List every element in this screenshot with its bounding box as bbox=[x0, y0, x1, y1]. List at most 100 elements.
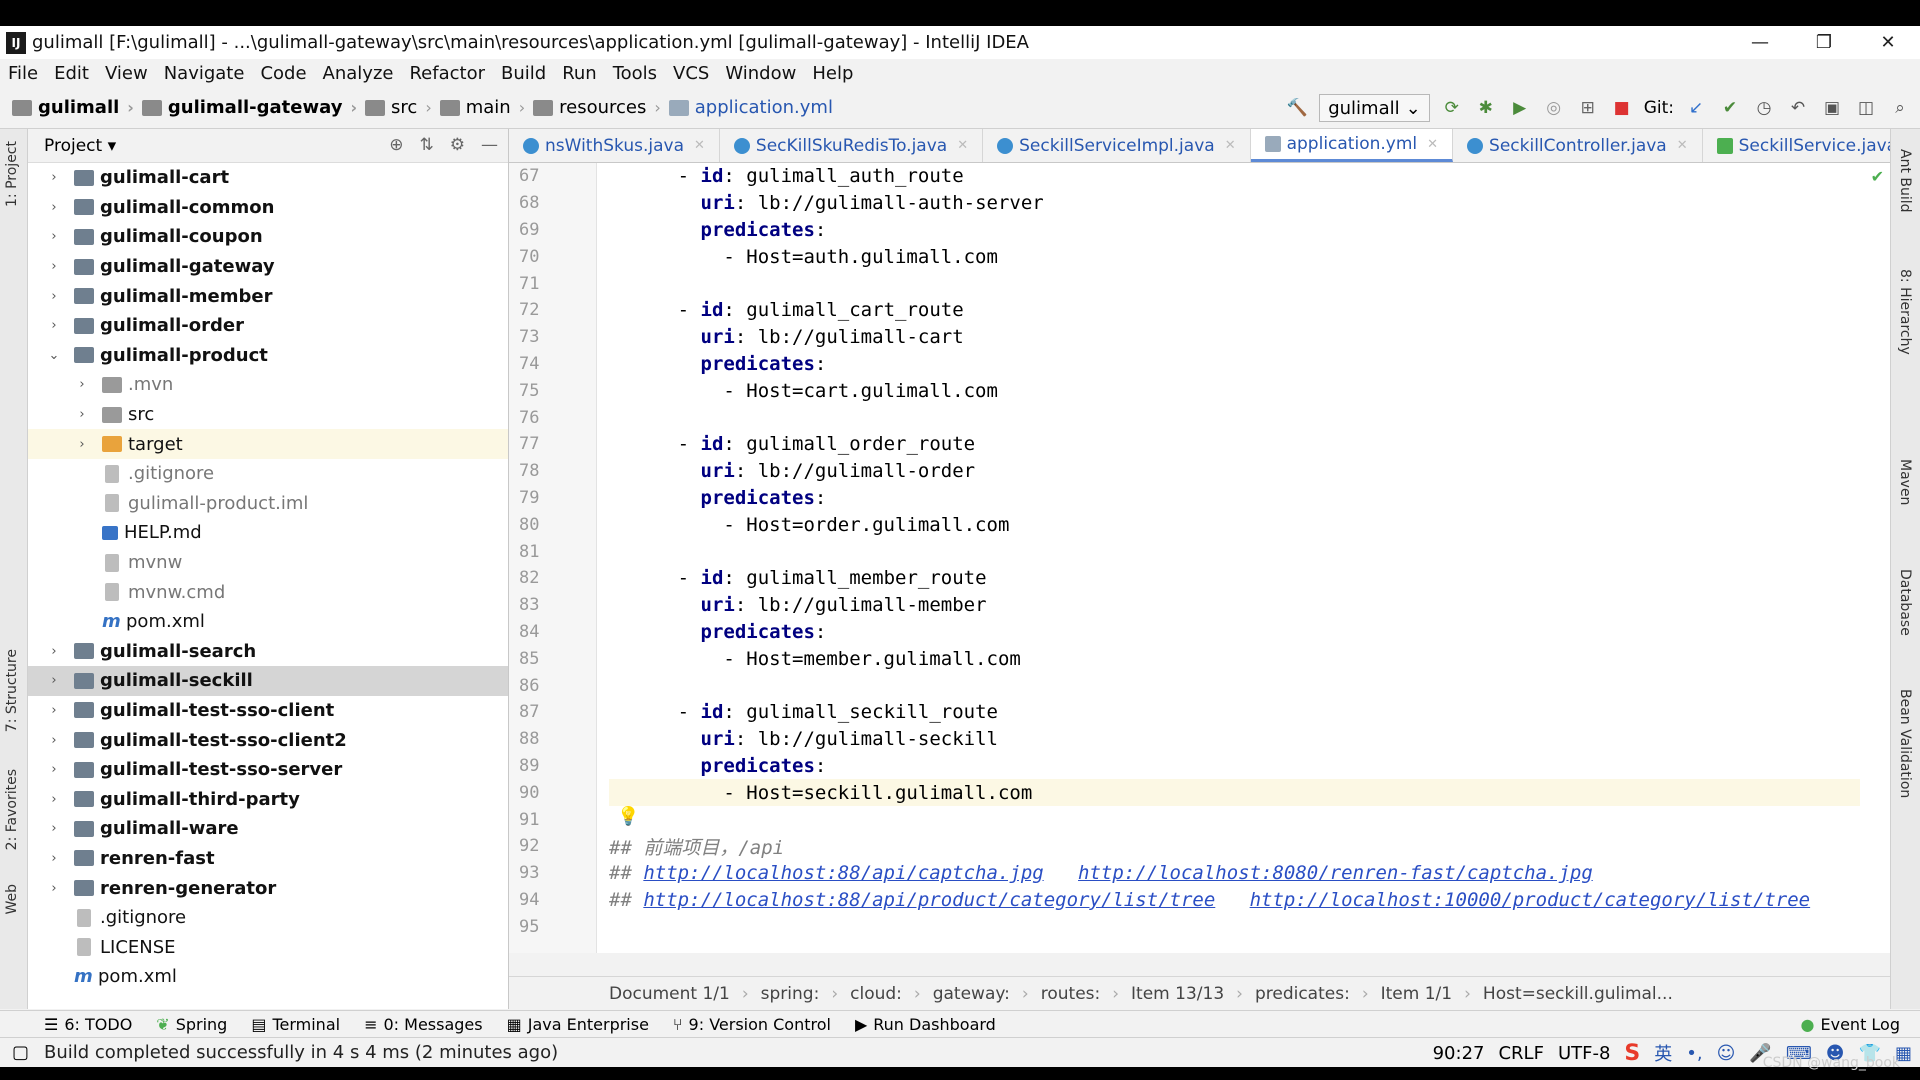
tool-terminal[interactable]: ▤ Terminal bbox=[251, 1015, 340, 1034]
code-line[interactable]: uri: lb://gulimall-cart bbox=[609, 324, 1860, 351]
file-encoding[interactable]: UTF-8 bbox=[1558, 1043, 1610, 1064]
menu-analyze[interactable]: Analyze bbox=[323, 63, 394, 84]
chevron-right-icon[interactable]: › bbox=[46, 170, 62, 185]
project-structure-icon[interactable]: ▣ bbox=[1820, 96, 1844, 120]
tool-spring[interactable]: ❦ Spring bbox=[156, 1015, 227, 1034]
editor-tab[interactable]: SeckillController.java ✕ bbox=[1453, 129, 1703, 162]
chevron-right-icon[interactable]: › bbox=[46, 644, 62, 659]
lightbulb-icon[interactable]: 💡 bbox=[617, 806, 639, 827]
code-line[interactable]: - Host=order.gulimall.com bbox=[609, 511, 1860, 538]
tool-java-enterprise[interactable]: ▦ Java Enterprise bbox=[507, 1015, 649, 1034]
tool-messages[interactable]: ≡ 0: Messages bbox=[364, 1015, 483, 1034]
code-line[interactable]: - id: gulimall_member_route bbox=[609, 565, 1860, 592]
tree-item[interactable]: LICENSE bbox=[28, 932, 508, 962]
menu-vcs[interactable]: VCS bbox=[673, 63, 709, 84]
tree-item[interactable]: › .mvn bbox=[28, 370, 508, 400]
chevron-right-icon[interactable]: › bbox=[74, 437, 90, 452]
close-tab-icon[interactable]: ✕ bbox=[957, 138, 968, 153]
menu-window[interactable]: Window bbox=[725, 63, 796, 84]
menu-build[interactable]: Build bbox=[501, 63, 546, 84]
coverage-icon[interactable]: ▶ bbox=[1508, 96, 1532, 120]
code-line[interactable]: ## http://localhost:88/api/product/categ… bbox=[609, 887, 1860, 914]
code-line[interactable]: predicates: bbox=[609, 351, 1860, 378]
tree-item[interactable]: › gulimall-gateway bbox=[28, 252, 508, 282]
stop-icon[interactable]: ■ bbox=[1610, 96, 1634, 120]
tree-item[interactable]: › gulimall-cart bbox=[28, 163, 508, 193]
yaml-path-segment[interactable]: predicates: bbox=[1255, 984, 1350, 1004]
menu-help[interactable]: Help bbox=[812, 63, 853, 84]
restore-button[interactable]: ❐ bbox=[1792, 26, 1856, 59]
code-editor[interactable]: 67 68 69 70 71 72 73 74 75 76 77 78 79 80 81 82 83 84 85 86… bbox=[509, 163, 1890, 953]
tree-item[interactable]: m pom.xml bbox=[28, 607, 508, 637]
debug-icon[interactable]: ✱ bbox=[1474, 96, 1498, 120]
tree-item[interactable]: m pom.xml bbox=[28, 962, 508, 992]
tree-item[interactable]: HELP.md bbox=[28, 518, 508, 548]
yaml-path-segment[interactable]: spring: bbox=[761, 984, 820, 1004]
project-view-select[interactable]: Project ▾ bbox=[44, 136, 116, 156]
code-line[interactable] bbox=[609, 404, 1860, 431]
code-line[interactable]: predicates: bbox=[609, 485, 1860, 512]
search-icon[interactable]: ⌕ bbox=[1888, 96, 1912, 120]
code-line[interactable] bbox=[609, 806, 1860, 833]
tool-web[interactable]: Web bbox=[4, 884, 20, 915]
menu-run[interactable]: Run bbox=[562, 63, 597, 84]
code-line[interactable]: - Host=member.gulimall.com bbox=[609, 645, 1860, 672]
punctuation-icon[interactable]: •, bbox=[1686, 1043, 1702, 1064]
tool-hierarchy[interactable]: 8: Hierarchy bbox=[1897, 269, 1913, 355]
git-rollback-icon[interactable]: ↶ bbox=[1786, 96, 1810, 120]
close-tab-icon[interactable]: ✕ bbox=[1427, 137, 1438, 152]
tree-item[interactable]: › gulimall-third-party bbox=[28, 784, 508, 814]
code-line[interactable]: predicates: bbox=[609, 753, 1860, 780]
tree-item[interactable]: .gitignore bbox=[28, 903, 508, 933]
tool-project[interactable]: 1: Project bbox=[4, 141, 20, 207]
inspection-ok-icon[interactable]: ✔ bbox=[1871, 167, 1884, 186]
tree-item[interactable]: › gulimall-test-sso-client2 bbox=[28, 725, 508, 755]
git-history-icon[interactable]: ◷ bbox=[1752, 96, 1776, 120]
editor-tab[interactable]: SeckillService.java✕ bbox=[1703, 129, 1920, 162]
chevron-right-icon[interactable]: › bbox=[46, 259, 62, 274]
close-tab-icon[interactable]: ✕ bbox=[1225, 138, 1236, 153]
tree-item[interactable]: .gitignore bbox=[28, 459, 508, 489]
yaml-path-segment[interactable]: Item 1/1 bbox=[1381, 984, 1452, 1004]
chevron-right-icon[interactable]: › bbox=[74, 407, 90, 422]
gear-icon[interactable]: ⚙ bbox=[450, 135, 465, 155]
yaml-path-segment[interactable]: Item 13/13 bbox=[1131, 984, 1224, 1004]
menu-tools[interactable]: Tools bbox=[613, 63, 657, 84]
tree-item[interactable]: › gulimall-member bbox=[28, 281, 508, 311]
tool-version-control[interactable]: ⑂ 9: Version Control bbox=[673, 1015, 831, 1034]
chevron-right-icon[interactable]: › bbox=[46, 762, 62, 777]
editor-tab[interactable]: application.yml ✕ bbox=[1250, 129, 1454, 162]
code-line[interactable]: uri: lb://gulimall-seckill bbox=[609, 726, 1860, 753]
chevron-right-icon[interactable]: › bbox=[46, 792, 62, 807]
git-update-icon[interactable]: ↙ bbox=[1684, 96, 1708, 120]
nav-crumb-file[interactable]: application.yml bbox=[668, 97, 833, 118]
editor-tab[interactable]: nsWithSkus.java ✕ bbox=[509, 129, 720, 162]
tool-run-dashboard[interactable]: ▶ Run Dashboard bbox=[855, 1015, 996, 1034]
code-line[interactable] bbox=[609, 913, 1860, 923]
tree-item[interactable]: › gulimall-common bbox=[28, 193, 508, 223]
tree-item[interactable]: › gulimall-coupon bbox=[28, 222, 508, 252]
tool-maven[interactable]: Maven bbox=[1897, 459, 1913, 505]
nav-crumb-module[interactable]: gulimall-gateway › bbox=[141, 97, 357, 118]
minimize-button[interactable]: — bbox=[1728, 26, 1792, 59]
hide-icon[interactable]: — bbox=[481, 135, 498, 155]
code-line[interactable] bbox=[609, 672, 1860, 699]
ime-logo-icon[interactable]: S bbox=[1624, 1041, 1640, 1066]
editor-tab[interactable]: SeckillServiceImpl.java ✕ bbox=[983, 129, 1251, 162]
code-line[interactable]: - Host=seckill.gulimall.com bbox=[609, 779, 1860, 807]
tree-item[interactable]: › renren-generator bbox=[28, 873, 508, 903]
editor-tab[interactable]: SecKillSkuRedisTo.java ✕ bbox=[720, 129, 984, 162]
yaml-path-segment[interactable]: Host=seckill.gulimal... bbox=[1483, 984, 1673, 1004]
attach-icon[interactable]: ⊞ bbox=[1576, 96, 1600, 120]
tree-item[interactable]: › renren-fast bbox=[28, 844, 508, 874]
code-line[interactable]: predicates: bbox=[609, 217, 1860, 244]
comment-link[interactable]: http://localhost:88/api/product/category… bbox=[643, 889, 1215, 911]
chevron-right-icon[interactable]: › bbox=[46, 733, 62, 748]
chevron-right-icon[interactable]: › bbox=[46, 229, 62, 244]
tool-ant-build[interactable]: Ant Build bbox=[1897, 149, 1913, 213]
code-line[interactable]: - Host=auth.gulimall.com bbox=[609, 243, 1860, 270]
chevron-right-icon[interactable]: › bbox=[46, 318, 62, 333]
chevron-right-icon[interactable]: › bbox=[74, 377, 90, 392]
tool-bean-validation[interactable]: Bean Validation bbox=[1897, 689, 1913, 798]
yaml-path-segment[interactable]: Document 1/1 bbox=[609, 984, 730, 1004]
